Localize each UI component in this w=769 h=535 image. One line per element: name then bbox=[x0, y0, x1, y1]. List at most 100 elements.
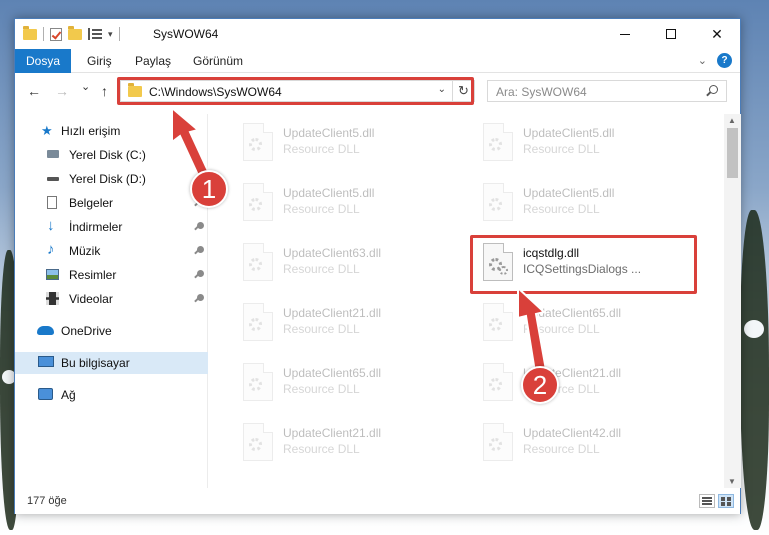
file-description: Resource DLL bbox=[283, 142, 360, 156]
drive-icon bbox=[47, 177, 59, 181]
tab-share[interactable]: Paylaş bbox=[123, 49, 183, 73]
gear-icon bbox=[249, 378, 262, 391]
expand-ribbon-chevron-icon[interactable]: ⌄ bbox=[698, 54, 707, 67]
customize-toolbar-icon[interactable]: ▾ bbox=[108, 29, 113, 40]
file-item[interactable]: UpdateClient5.dll Resource DLL bbox=[473, 118, 698, 168]
dll-file-icon bbox=[483, 363, 513, 401]
recent-locations-button[interactable]: ⌄ bbox=[81, 80, 90, 93]
search-box[interactable]: Ara: SysWOW64 bbox=[487, 80, 727, 102]
file-item[interactable]: UpdateClient21.dll Resource DLL bbox=[233, 298, 458, 348]
sidebar-item-onedrive[interactable]: OneDrive bbox=[15, 320, 208, 342]
file-description: Resource DLL bbox=[523, 142, 600, 156]
up-button[interactable]: ↑ bbox=[101, 83, 108, 99]
file-item[interactable]: UpdateClient5.dll Resource DLL bbox=[233, 118, 458, 168]
file-name: UpdateClient5.dll bbox=[523, 186, 615, 200]
sidebar-item-downloads[interactable]: ↓ İndirmeler bbox=[15, 216, 208, 238]
file-description: Resource DLL bbox=[283, 322, 360, 336]
file-name: UpdateClient5.dll bbox=[283, 186, 375, 200]
file-name: UpdateClient21.dll bbox=[283, 306, 382, 320]
tab-file[interactable]: Dosya bbox=[15, 49, 71, 73]
gear-icon bbox=[249, 258, 262, 271]
toolbar-divider bbox=[118, 27, 120, 41]
file-name: UpdateClient21.dll bbox=[283, 426, 382, 440]
scroll-up-icon[interactable]: ▲ bbox=[728, 116, 736, 125]
file-name: UpdateClient63.dll bbox=[283, 246, 382, 260]
toolbar-divider bbox=[43, 27, 44, 41]
sidebar-item-music[interactable]: ♪ Müzik bbox=[15, 240, 208, 262]
file-item[interactable]: UpdateClient63.dll Resource DLL bbox=[233, 238, 458, 288]
file-description: Resource DLL bbox=[523, 322, 600, 336]
tab-view[interactable]: Görünüm bbox=[181, 49, 255, 73]
folder-icon bbox=[23, 25, 37, 40]
address-bar-highlight bbox=[117, 77, 474, 105]
sidebar-item-label: Yerel Disk (C:) bbox=[69, 148, 146, 162]
sidebar-item-label: Hızlı erişim bbox=[61, 124, 121, 138]
window-controls: ✕ bbox=[602, 19, 740, 49]
dll-file-icon bbox=[483, 183, 513, 221]
help-icon[interactable]: ? bbox=[717, 53, 732, 68]
window-title: SysWOW64 bbox=[153, 27, 219, 41]
quick-access-toolbar: ▾ bbox=[23, 25, 120, 43]
file-name: UpdateClient65.dll bbox=[523, 306, 622, 320]
documents-icon bbox=[47, 196, 57, 209]
sidebar-item-this-pc[interactable]: Bu bilgisayar bbox=[15, 352, 208, 374]
sidebar-item-label: Yerel Disk (D:) bbox=[69, 172, 146, 186]
back-button[interactable]: ← bbox=[27, 83, 41, 99]
file-description: Resource DLL bbox=[283, 442, 360, 456]
file-item[interactable]: UpdateClient42.dll Resource DLL bbox=[473, 418, 698, 468]
search-input[interactable]: Ara: SysWOW64 bbox=[496, 85, 587, 99]
background-tree bbox=[740, 210, 769, 530]
scroll-down-icon[interactable]: ▼ bbox=[728, 477, 736, 486]
file-description: Resource DLL bbox=[283, 202, 360, 216]
sidebar-item-documents[interactable]: Belgeler bbox=[15, 192, 208, 214]
sidebar-item-label: Belgeler bbox=[69, 196, 114, 210]
gear-icon bbox=[489, 378, 502, 391]
close-button[interactable]: ✕ bbox=[694, 19, 740, 49]
sidebar-item-local-disk-d[interactable]: Yerel Disk (D:) bbox=[15, 168, 208, 190]
ribbon: Dosya Giriş Paylaş Görünüm ⌄ ? bbox=[15, 49, 740, 73]
file-item[interactable]: UpdateClient21.dll Resource DLL bbox=[473, 358, 698, 408]
scrollbar-thumb[interactable] bbox=[727, 128, 738, 178]
sidebar-item-videos[interactable]: Videolar bbox=[15, 288, 208, 310]
dll-file-icon bbox=[483, 303, 513, 341]
file-item[interactable]: UpdateClient21.dll Resource DLL bbox=[233, 418, 458, 468]
tiles-view-icon[interactable] bbox=[718, 494, 734, 508]
sidebar-item-label: Resimler bbox=[69, 268, 117, 282]
gear-icon bbox=[489, 198, 502, 211]
computer-icon bbox=[38, 356, 54, 367]
pin-icon[interactable] bbox=[197, 294, 204, 301]
maximize-button[interactable] bbox=[648, 19, 694, 49]
music-icon: ♪ bbox=[47, 241, 55, 258]
file-item[interactable]: UpdateClient5.dll Resource DLL bbox=[473, 178, 698, 228]
forward-button[interactable]: → bbox=[55, 83, 69, 99]
properties-list-icon[interactable] bbox=[88, 28, 102, 40]
pin-icon[interactable] bbox=[197, 270, 204, 277]
tab-home[interactable]: Giriş bbox=[75, 49, 124, 73]
ribbon-right-controls: ⌄ ? bbox=[698, 53, 732, 68]
step-1-badge: 1 bbox=[190, 170, 228, 208]
file-item[interactable]: UpdateClient65.dll Resource DLL bbox=[233, 358, 458, 408]
file-name: UpdateClient5.dll bbox=[523, 126, 615, 140]
pin-icon[interactable] bbox=[197, 222, 204, 229]
new-folder-icon[interactable] bbox=[68, 25, 82, 40]
drive-icon bbox=[47, 150, 59, 158]
search-icon bbox=[709, 85, 718, 94]
properties-check-icon[interactable] bbox=[50, 27, 62, 41]
file-item[interactable]: UpdateClient5.dll Resource DLL bbox=[233, 178, 458, 228]
sidebar-item-label: Bu bilgisayar bbox=[61, 356, 130, 370]
details-view-icon[interactable] bbox=[699, 494, 715, 508]
sidebar-item-quick-access[interactable]: ★ Hızlı erişim bbox=[15, 120, 208, 142]
background-snow bbox=[744, 320, 764, 338]
minimize-button[interactable] bbox=[602, 19, 648, 49]
sidebar-item-pictures[interactable]: Resimler bbox=[15, 264, 208, 286]
download-icon: ↓ bbox=[47, 217, 55, 234]
sidebar-item-network[interactable]: Ağ bbox=[15, 384, 208, 406]
file-item[interactable]: UpdateClient65.dll Resource DLL bbox=[473, 298, 698, 348]
vertical-scrollbar[interactable]: ▲ ▼ bbox=[724, 114, 741, 488]
sidebar-item-local-disk-c[interactable]: Yerel Disk (C:) bbox=[15, 144, 208, 166]
minimize-icon bbox=[620, 33, 630, 35]
file-name: UpdateClient5.dll bbox=[283, 126, 375, 140]
file-description: Resource DLL bbox=[523, 202, 600, 216]
pin-icon[interactable] bbox=[197, 246, 204, 253]
dll-file-icon bbox=[243, 423, 273, 461]
